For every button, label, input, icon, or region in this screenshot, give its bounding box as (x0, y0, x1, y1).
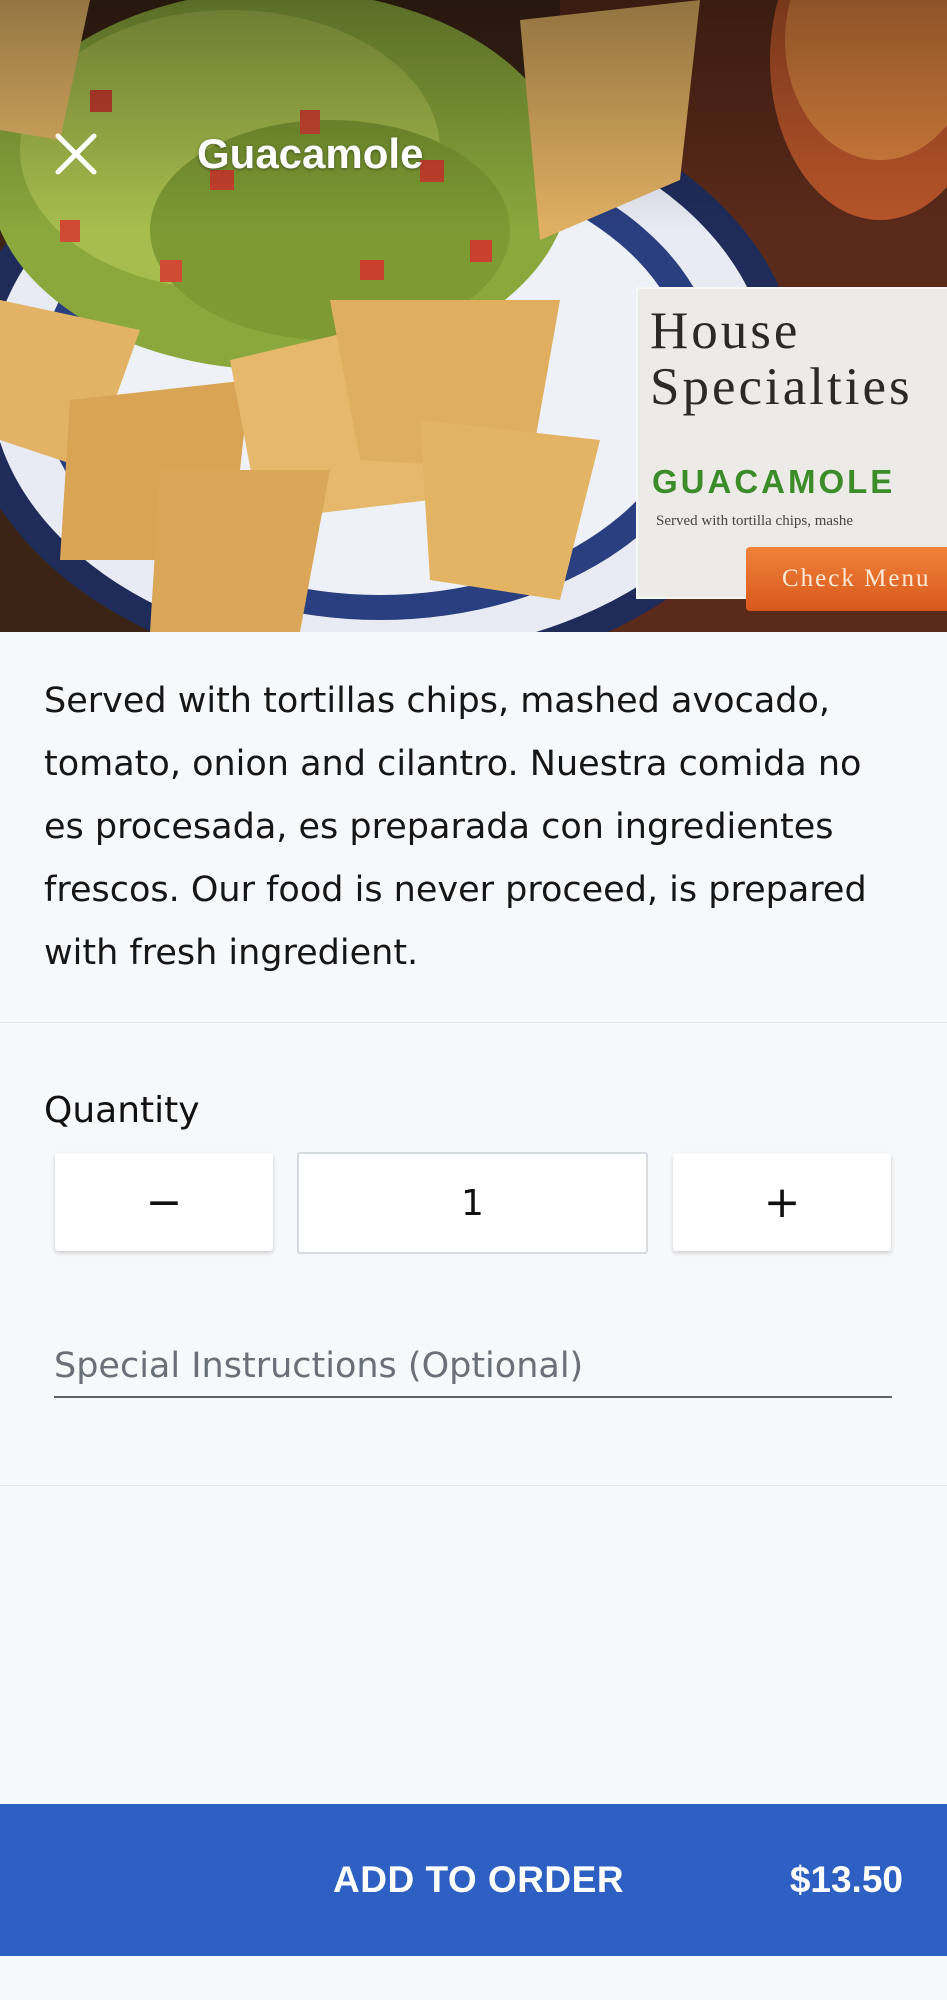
special-instructions-input[interactable] (54, 1336, 892, 1398)
add-to-order-button[interactable]: ADD TO ORDER $13.50 (0, 1804, 947, 1956)
minus-icon: − (145, 1176, 183, 1228)
menu-card-description: Served with tortilla chips, mashe (656, 513, 854, 529)
menu-card-heading: House Specialties (650, 302, 913, 416)
divider (0, 1022, 947, 1023)
menu-card-button: Check Menu (746, 547, 947, 611)
quantity-label: Quantity (44, 1090, 200, 1131)
menu-card: House Specialties GUACAMOLE Served with … (636, 287, 947, 611)
plus-icon: + (763, 1176, 801, 1228)
hero-image: House Specialties GUACAMOLE Served with … (0, 0, 947, 632)
increment-button[interactable]: + (673, 1153, 891, 1251)
order-price: $13.50 (789, 1859, 903, 1900)
divider (0, 1485, 947, 1486)
page-title: Guacamole (197, 130, 424, 177)
add-to-order-label: ADD TO ORDER (333, 1859, 625, 1900)
menu-card-item: GUACAMOLE (652, 463, 896, 500)
hero-shade (0, 0, 947, 230)
close-icon (55, 133, 97, 175)
close-button[interactable] (50, 128, 102, 180)
decrement-button[interactable]: − (55, 1153, 273, 1251)
item-description: Served with tortillas chips, mashed avoc… (44, 681, 867, 973)
quantity-value[interactable]: 1 (297, 1152, 648, 1254)
